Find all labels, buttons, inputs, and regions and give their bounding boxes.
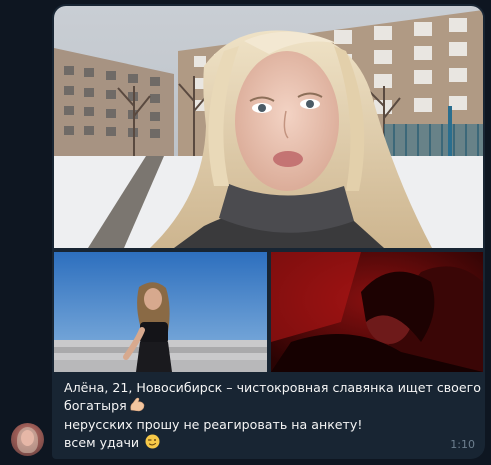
caption-line: нерусских прошу не реагировать на анкету… <box>64 417 363 432</box>
message-caption: Алёна, 21, Новосибирск – чистокровная сл… <box>64 379 481 454</box>
sender-avatar[interactable] <box>11 423 44 456</box>
message-bubble[interactable]: Алёна, 21, Новосибирск – чистокровная сл… <box>52 4 485 459</box>
chat-view: Алёна, 21, Новосибирск – чистокровная сл… <box>0 0 491 465</box>
caption-line: всем удачи <box>64 434 474 454</box>
beach-photo[interactable] <box>54 252 267 372</box>
red-light-photo[interactable] <box>271 252 483 372</box>
message-time: 1:10 <box>450 438 475 451</box>
flexed-biceps-emoji-icon <box>129 397 145 417</box>
selfie-winter-photo[interactable] <box>54 6 483 248</box>
caption-line: Алёна, 21, Новосибирск – чистокровная сл… <box>64 380 481 395</box>
winking-face-emoji-icon <box>145 434 160 454</box>
caption-line: богатыря <box>64 397 474 417</box>
